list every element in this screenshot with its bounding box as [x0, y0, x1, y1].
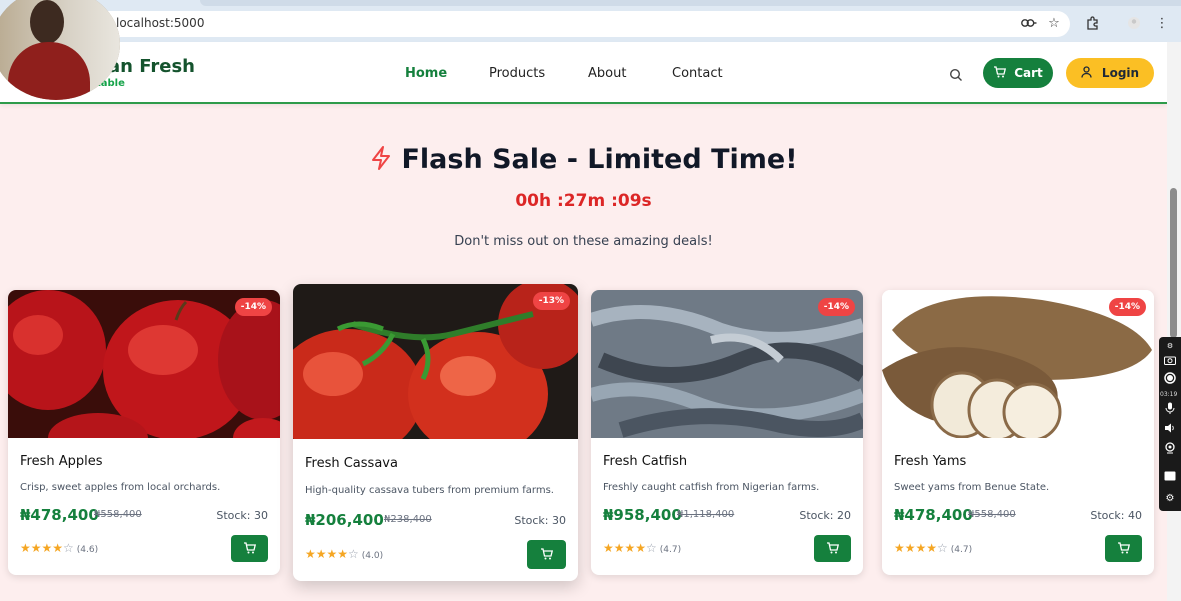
product-stock: Stock: 40 — [1090, 509, 1142, 522]
rating-value: (4.0) — [361, 551, 384, 561]
product-stock: Stock: 20 — [799, 509, 851, 522]
product-card-apples[interactable]: -14% Fresh Apples Crisp, sweet apples fr… — [8, 290, 280, 575]
product-price: ₦206,400 — [305, 511, 384, 529]
cart-icon — [826, 539, 840, 558]
flash-sale-subtitle: Don't miss out on these amazing deals! — [454, 234, 713, 249]
address-bar[interactable]: localhost:5000 — [40, 11, 1070, 37]
cart-icon — [993, 65, 1007, 81]
url-text: localhost:5000 — [116, 16, 205, 30]
speaker-icon[interactable] — [1163, 421, 1177, 435]
product-old-price: ₦558,400 — [968, 509, 1016, 520]
nav-about[interactable]: About — [588, 66, 626, 81]
discount-badge: -14% — [234, 298, 272, 316]
brand-name[interactable]: an Fresh — [108, 56, 195, 77]
product-card-cassava[interactable]: -13% Fresh Cassava High-quality cassava … — [293, 284, 578, 581]
rating-stars: ★★★★☆ (4.0) — [305, 547, 384, 561]
recorder-toolbar: ⚙ 03:19 ⚙ — [1159, 337, 1181, 511]
product-stock: Stock: 30 — [514, 514, 566, 527]
user-icon — [1081, 65, 1092, 81]
product-name[interactable]: Fresh Yams — [894, 454, 966, 469]
product-old-price: ₦238,400 — [384, 514, 432, 525]
product-old-price: ₦1,118,400 — [677, 509, 735, 520]
rating-stars: ★★★★☆ (4.7) — [603, 541, 682, 555]
cart-icon — [243, 539, 257, 558]
page-scrollbar[interactable] — [1167, 42, 1181, 601]
browser-chrome: localhost:5000 ☆ ⋮ — [0, 0, 1181, 42]
site-header: an Fresh table Home Products About Conta… — [0, 42, 1167, 104]
record-icon[interactable] — [1163, 371, 1177, 385]
cart-button[interactable]: Cart — [983, 58, 1053, 88]
product-name[interactable]: Fresh Apples — [20, 454, 103, 469]
cart-icon — [540, 545, 554, 564]
lightning-icon — [369, 145, 393, 175]
flash-sale-title: Flash Sale - Limited Time! — [401, 144, 798, 175]
countdown-timer: 00h :27m :09s — [515, 191, 652, 211]
product-price: ₦958,400 — [603, 506, 682, 524]
search-icon[interactable] — [949, 67, 963, 81]
add-to-cart-button[interactable] — [527, 540, 566, 569]
discount-badge: -14% — [1108, 298, 1146, 316]
recorder-menu-icon[interactable]: ⚙ — [1163, 339, 1177, 353]
rating-value: (4.6) — [76, 545, 99, 555]
rating-value: (4.7) — [950, 545, 973, 555]
discount-badge: -13% — [532, 292, 570, 310]
profile-icon[interactable] — [1125, 14, 1143, 32]
nav-products[interactable]: Products — [489, 66, 545, 81]
add-to-cart-button[interactable] — [814, 535, 851, 562]
camera-icon[interactable] — [1163, 353, 1177, 367]
rating-value: (4.7) — [659, 545, 682, 555]
product-price: ₦478,400 — [20, 506, 99, 524]
login-label: Login — [1101, 66, 1140, 80]
extensions-icon[interactable] — [1084, 14, 1102, 32]
webcam-overlay — [0, 0, 120, 100]
webcam-person-head — [30, 0, 64, 44]
menu-kebab-icon[interactable]: ⋮ — [1153, 14, 1171, 32]
product-description: Sweet yams from Benue State. — [894, 482, 1050, 493]
cart-label: Cart — [1014, 66, 1043, 80]
recording-time: 03:19 — [1160, 391, 1178, 398]
product-name[interactable]: Fresh Catfish — [603, 454, 687, 469]
rating-stars: ★★★★☆ (4.7) — [894, 541, 973, 555]
product-price: ₦478,400 — [894, 506, 973, 524]
settings-gear-icon[interactable]: ⚙ — [1163, 491, 1177, 505]
product-name[interactable]: Fresh Cassava — [305, 456, 398, 471]
flash-sale-heading: Flash Sale - Limited Time! — [0, 144, 1167, 175]
add-to-cart-button[interactable] — [1105, 535, 1142, 562]
add-to-cart-button[interactable] — [231, 535, 268, 562]
nav-home[interactable]: Home — [405, 66, 447, 81]
product-card-catfish[interactable]: -14% Fresh Catfish Freshly caught catfis… — [591, 290, 863, 575]
cart-icon — [1117, 539, 1131, 558]
product-description: Crisp, sweet apples from local orchards. — [20, 482, 221, 493]
discount-badge: -14% — [817, 298, 855, 316]
product-description: Freshly caught catfish from Nigerian far… — [603, 482, 820, 493]
microphone-icon[interactable] — [1163, 401, 1177, 415]
login-button[interactable]: Login — [1066, 58, 1154, 88]
nav-contact[interactable]: Contact — [672, 66, 723, 81]
product-stock: Stock: 30 — [216, 509, 268, 522]
bookmark-star-icon[interactable]: ☆ — [1045, 14, 1063, 32]
rating-stars: ★★★★☆ (4.6) — [20, 541, 99, 555]
webcam-icon[interactable] — [1163, 441, 1177, 455]
scrollbar-thumb[interactable] — [1170, 188, 1177, 338]
product-description: High-quality cassava tubers from premium… — [305, 485, 554, 496]
product-old-price: ₦558,400 — [94, 509, 142, 520]
tab-strip — [200, 0, 1181, 6]
window-icon[interactable] — [1163, 469, 1177, 483]
product-card-yams[interactable]: -14% Fresh Yams Sweet yams from Benue St… — [882, 290, 1154, 575]
password-key-icon[interactable] — [1020, 14, 1038, 32]
